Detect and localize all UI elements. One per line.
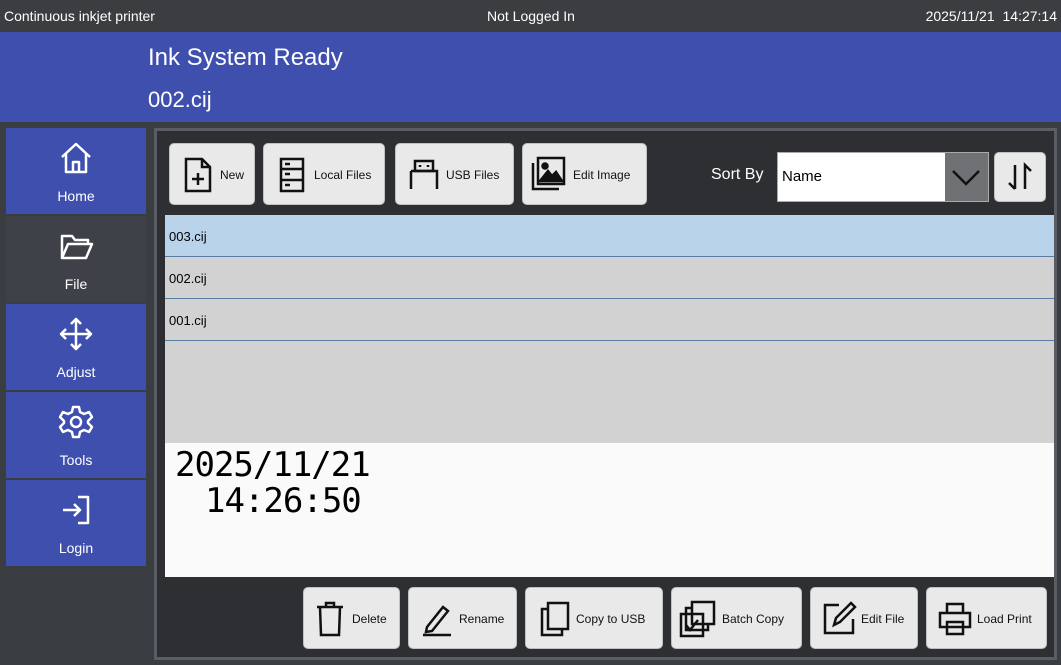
- edit-image-label: Edit Image: [573, 168, 631, 182]
- folder-icon: [60, 234, 94, 260]
- sidebar-item-file[interactable]: File: [6, 216, 146, 302]
- sidebar-item-adjust[interactable]: Adjust: [6, 304, 146, 390]
- new-button[interactable]: New: [169, 143, 255, 205]
- sidebar-item-home[interactable]: Home: [6, 128, 146, 214]
- local-files-label: Local Files: [314, 168, 372, 182]
- edit-icon: [823, 601, 857, 635]
- print-preview: 2025/11/21 14:26:50: [165, 443, 1054, 577]
- move-icon: [59, 317, 93, 351]
- usb-files-button[interactable]: USB Files: [395, 143, 514, 205]
- load-print-button[interactable]: Load Print: [926, 587, 1047, 649]
- sidebar-item-label: Login: [58, 540, 94, 556]
- file-toolbar: New Local Files USB Files Edit Image Sor…: [157, 131, 1054, 215]
- sidebar-item-label: Adjust: [56, 364, 96, 380]
- sidebar-item-login[interactable]: Login: [6, 480, 146, 566]
- copy-to-usb-button[interactable]: Copy to USB: [525, 587, 663, 649]
- delete-label: Delete: [352, 612, 387, 626]
- printer-icon: [938, 602, 972, 636]
- login-status: Not Logged In: [487, 8, 575, 24]
- file-name: 002.cij: [169, 271, 207, 286]
- batch-copy-label: Batch Copy: [722, 612, 785, 626]
- sort-value: Name: [782, 168, 823, 185]
- sort-order-button[interactable]: [994, 152, 1046, 202]
- usb-icon: [409, 159, 439, 189]
- home-icon: [61, 142, 91, 174]
- status-bar: Continuous inkjet printer Not Logged In …: [0, 0, 1061, 32]
- sidebar-item-label: Home: [57, 188, 95, 204]
- current-file-name: 002.cij: [148, 87, 212, 112]
- list-item[interactable]: 001.cij: [165, 299, 1054, 341]
- file-name: 001.cij: [169, 313, 207, 328]
- chevron-down-icon: [952, 170, 980, 186]
- sort-select[interactable]: Name: [777, 152, 989, 202]
- edit-image-button[interactable]: Edit Image: [522, 143, 647, 205]
- sidebar: Home File Adjust Tools Login: [6, 128, 146, 568]
- trash-icon: [317, 601, 343, 637]
- system-status: Ink System Ready: [148, 44, 343, 71]
- list-item[interactable]: 003.cij: [165, 215, 1054, 257]
- sidebar-item-tools[interactable]: Tools: [6, 392, 146, 478]
- file-panel: New Local Files USB Files Edit Image Sor…: [154, 128, 1057, 660]
- local-files-button[interactable]: Local Files: [263, 143, 385, 205]
- dropdown-toggle[interactable]: [945, 153, 988, 201]
- list-item[interactable]: 002.cij: [165, 257, 1054, 299]
- preview-date: 2025/11/21: [175, 445, 371, 485]
- login-icon: [63, 495, 90, 525]
- gear-icon: [58, 405, 94, 439]
- sort-by-label: Sort By: [711, 166, 764, 183]
- copy-to-usb-label: Copy to USB: [576, 612, 646, 626]
- file-name: 003.cij: [169, 229, 207, 244]
- new-file-icon: [184, 157, 212, 193]
- sort-order-icon: [1008, 161, 1032, 190]
- rename-button[interactable]: Rename: [408, 587, 517, 649]
- clock: 2025/11/21 14:27:14: [925, 8, 1057, 24]
- usb-files-label: USB Files: [446, 168, 500, 182]
- action-bar: Delete Rename Copy to USB Batch Copy Edi…: [165, 577, 1054, 657]
- file-list: 003.cij 002.cij 001.cij: [165, 215, 1054, 443]
- edit-file-button[interactable]: Edit File: [810, 587, 918, 649]
- copy-icon: [540, 601, 570, 637]
- load-print-label: Load Print: [977, 612, 1032, 626]
- pencil-icon: [423, 605, 451, 637]
- image-icon: [531, 156, 566, 191]
- local-storage-icon: [279, 157, 305, 193]
- edit-file-label: Edit File: [861, 612, 905, 626]
- delete-button[interactable]: Delete: [303, 587, 400, 649]
- sidebar-item-label: File: [64, 276, 88, 292]
- sidebar-item-label: Tools: [59, 452, 93, 468]
- rename-label: Rename: [459, 612, 505, 626]
- batch-copy-icon: [679, 600, 716, 638]
- new-label: New: [220, 168, 245, 182]
- app-title: Continuous inkjet printer: [4, 8, 155, 24]
- batch-copy-button[interactable]: Batch Copy: [671, 587, 802, 649]
- header-banner: Ink System Ready 002.cij: [0, 32, 1061, 122]
- preview-time: 14:26:50: [205, 481, 362, 521]
